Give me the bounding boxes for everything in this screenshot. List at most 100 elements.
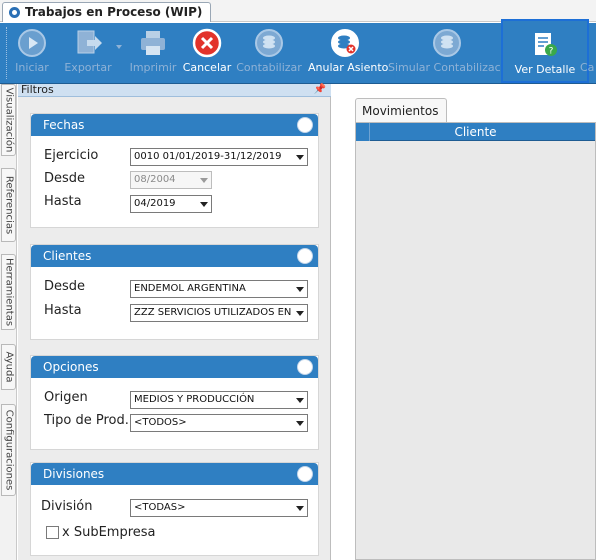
chevron-down-icon [293, 392, 307, 408]
iniciar-label: Iniciar [15, 61, 49, 74]
opciones-group: Opciones Origen MEDIOS Y PRODUCCIÓN Tipo… [30, 355, 319, 450]
collapse-icon[interactable] [297, 466, 313, 482]
app-icon [9, 7, 20, 18]
export-icon [77, 30, 102, 54]
exportar-label: Exportar [64, 61, 112, 74]
truncated-label: Ca [580, 61, 595, 74]
divisiones-title: Divisiones [43, 467, 105, 481]
tab-movimientos[interactable]: Movimientos [355, 98, 447, 122]
column-header-cliente: Cliente [454, 125, 497, 139]
contabilizar-label: Contabilizar [236, 61, 302, 74]
movimientos-grid[interactable]: Cliente [355, 122, 596, 560]
origen-label: Origen [44, 390, 88, 405]
opciones-title: Opciones [43, 360, 99, 374]
ver-detalle-label: Ver Detalle [514, 63, 576, 76]
tipo-prod-label: Tipo de Prod. [44, 413, 129, 428]
tipo-prod-select[interactable]: <TODOS> [130, 414, 308, 432]
simular-contabilizacion-label: Simular Contabilización [388, 61, 518, 74]
divisiones-header: Divisiones [31, 463, 318, 485]
chevron-down-icon [293, 305, 307, 321]
iniciar-button[interactable]: Iniciar [10, 23, 54, 83]
side-tab-label: Ayuda [3, 351, 14, 383]
side-tab-ayuda[interactable]: Ayuda [1, 344, 16, 390]
desde-fecha-select[interactable]: 08/2004 [130, 171, 212, 189]
filters-header: Filtros 📌 [18, 84, 331, 97]
ejercicio-label: Ejercicio [44, 148, 99, 163]
origen-select[interactable]: MEDIOS Y PRODUCCIÓN [130, 391, 308, 409]
chevron-down-icon [197, 196, 211, 212]
side-tab-label: Visualización [3, 87, 14, 153]
side-tab-label: Configuraciones [3, 409, 14, 491]
division-select[interactable]: <TODAS> [130, 499, 308, 517]
ejercicio-value: 0010 01/01/2019-31/12/2019 [134, 151, 282, 162]
document-tab[interactable]: Trabajos en Proceso (WIP) [2, 2, 212, 22]
movimientos-area: Movimientos Cliente [332, 84, 596, 560]
imprimir-label: Imprimir [129, 61, 177, 74]
fechas-group: Fechas Ejercicio 0010 01/01/2019-31/12/2… [30, 113, 319, 228]
document-help-icon: ? [535, 33, 557, 57]
grid-row-header [356, 123, 370, 141]
side-tab-label: Herramientas [3, 257, 14, 327]
collapse-icon[interactable] [297, 359, 313, 375]
opciones-header: Opciones [31, 356, 318, 378]
clientes-header: Clientes [31, 245, 318, 267]
hasta-fecha-select[interactable]: 04/2019 [130, 195, 212, 213]
pin-icon[interactable]: 📌 [314, 84, 326, 96]
side-tab-bar: Visualización Referencias Herramientas A… [0, 84, 17, 560]
svg-text:?: ? [549, 47, 554, 57]
division-label: División [41, 499, 93, 514]
printer-icon [141, 31, 165, 55]
chevron-down-icon [293, 415, 307, 431]
grid-header-cliente[interactable]: Cliente [356, 123, 595, 141]
exportar-dropdown-icon[interactable] [116, 45, 122, 49]
collapse-icon[interactable] [297, 248, 313, 264]
chevron-down-icon [293, 500, 307, 516]
hasta-fecha-value: 04/2019 [134, 198, 176, 209]
fechas-title: Fechas [43, 118, 85, 132]
anular-asiento-button[interactable]: Anular Asiento [308, 23, 389, 83]
hasta-cliente-label: Hasta [44, 303, 82, 318]
filters-panel: Filtros 📌 Fechas Ejercicio 0010 01/01/20… [18, 84, 331, 560]
coins-cancel-icon [331, 29, 359, 57]
filters-title: Filtros [21, 83, 54, 96]
side-tab-herramientas[interactable]: Herramientas [1, 254, 16, 330]
hasta-cliente-select[interactable]: ZZZ SERVICIOS UTILIZADOS EN E [130, 304, 308, 322]
anular-asiento-label: Anular Asiento [308, 61, 389, 74]
side-tab-label: Referencias [3, 175, 14, 235]
ver-detalle-button[interactable]: ? Ver Detalle [501, 19, 589, 83]
division-value: <TODAS> [134, 502, 186, 513]
coins-icon [433, 29, 461, 57]
document-tab-title: Trabajos en Proceso (WIP) [25, 5, 203, 19]
contabilizar-button[interactable]: Contabilizar [236, 23, 302, 83]
side-tab-referencias[interactable]: Referencias [1, 168, 16, 242]
cancelar-button[interactable]: Cancelar [182, 23, 232, 83]
play-icon [18, 29, 46, 57]
ejercicio-select[interactable]: 0010 01/01/2019-31/12/2019 [130, 148, 308, 166]
tipo-prod-value: <TODOS> [134, 417, 187, 428]
side-tab-configuraciones[interactable]: Configuraciones [1, 404, 16, 496]
divisiones-group: Divisiones División <TODAS> x SubEmpresa [30, 462, 319, 556]
chevron-down-icon [293, 149, 307, 165]
subempresa-checkbox[interactable] [46, 526, 59, 539]
imprimir-button[interactable]: Imprimir [128, 23, 178, 83]
subempresa-label: x SubEmpresa [62, 525, 156, 540]
desde-cliente-select[interactable]: ENDEMOL ARGENTINA [130, 280, 308, 298]
clientes-group: Clientes Desde ENDEMOL ARGENTINA Hasta Z… [30, 244, 319, 340]
exportar-button[interactable]: Exportar [60, 23, 116, 83]
fechas-header: Fechas [31, 114, 318, 136]
tab-movimientos-label: Movimientos [362, 104, 439, 118]
side-tab-visualizacion[interactable]: Visualización [1, 84, 16, 156]
cancel-icon [192, 28, 222, 58]
clientes-title: Clientes [43, 249, 92, 263]
origen-value: MEDIOS Y PRODUCCIÓN [134, 394, 255, 405]
toolbar: Iniciar Exportar Imprimir Cancelar Conta… [0, 19, 596, 84]
desde-cliente-value: ENDEMOL ARGENTINA [134, 283, 246, 294]
desde-fecha-value: 08/2004 [134, 174, 176, 185]
desde-fecha-label: Desde [44, 171, 86, 186]
simular-contabilizacion-button[interactable]: Simular Contabilización [388, 23, 518, 83]
collapse-icon[interactable] [297, 117, 313, 133]
chevron-down-icon [293, 281, 307, 297]
truncated-button[interactable]: Ca [580, 23, 596, 83]
coins-icon [255, 29, 283, 57]
hasta-fecha-label: Hasta [44, 194, 82, 209]
